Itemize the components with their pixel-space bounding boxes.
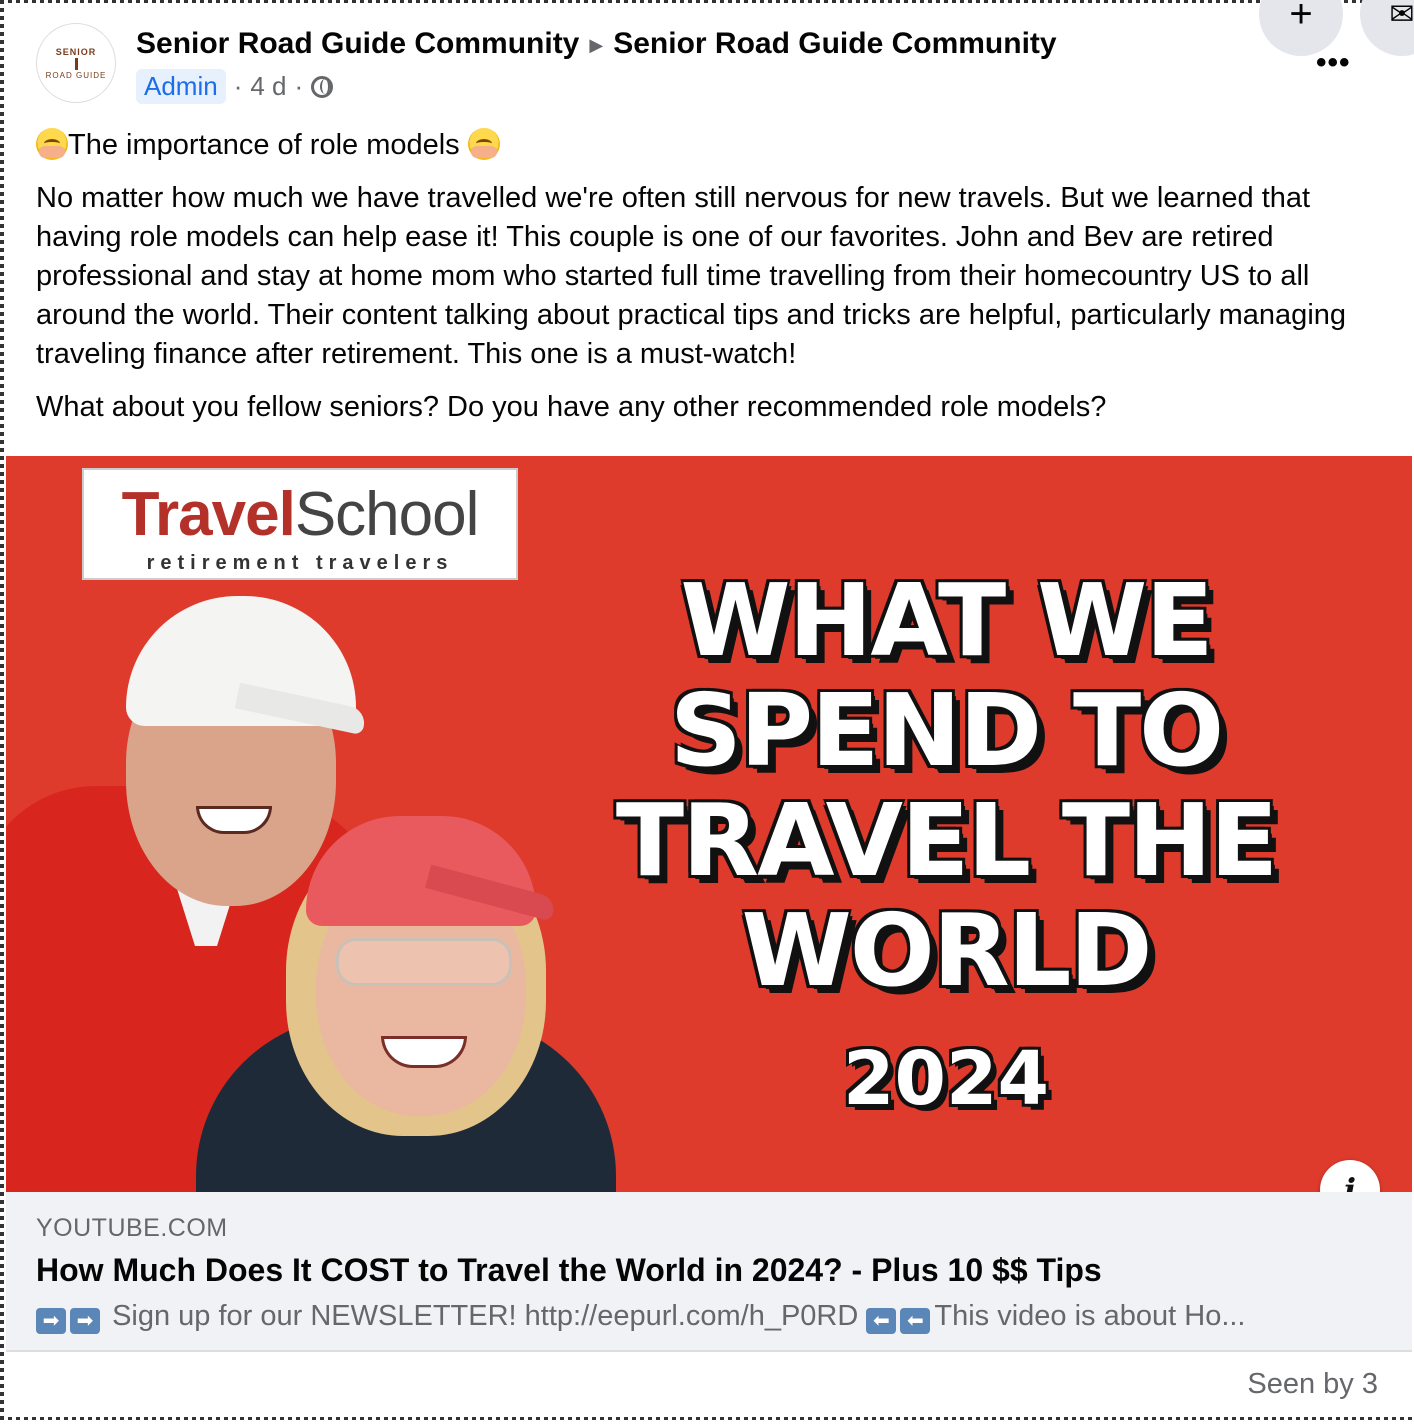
messenger-button[interactable]: ✉ <box>1360 0 1414 56</box>
link-title[interactable]: How Much Does It COST to Travel the Worl… <box>36 1252 1102 1289</box>
post-question: What about you fellow seniors? Do you ha… <box>36 391 1107 423</box>
seen-by-count[interactable]: Seen by 3 <box>1247 1368 1378 1401</box>
thumbnail-year: 2024 <box>843 1036 1049 1122</box>
group-name-link[interactable]: Senior Road Guide Community <box>136 27 579 60</box>
hugging-face-emoji-icon <box>467 128 500 160</box>
page-border-top <box>0 0 1414 3</box>
logo-subtitle: retirement travelers <box>146 552 454 574</box>
post-meta: Admin · 4 d · <box>136 69 1057 105</box>
avatar-text-bottom: ROAD GUIDE <box>45 70 107 80</box>
post-timestamp[interactable]: 4 d <box>250 71 286 102</box>
logo-word-travel: Travel <box>121 480 296 549</box>
link-preview[interactable]: YOUTUBE.COM How Much Does It COST to Tra… <box>6 1192 1412 1352</box>
travelschool-logo: TravelSchool retirement travelers <box>82 468 518 580</box>
video-thumbnail[interactable]: TravelSchool retirement travelers WHAT W… <box>6 456 1412 1192</box>
group-avatar[interactable]: SENIOR ROAD GUIDE <box>36 23 116 103</box>
post-title: The importance of role models <box>68 129 460 161</box>
post-header: Senior Road Guide Community ▶ Senior Road … <box>136 24 1057 105</box>
messenger-icon: ✉ <box>1389 0 1414 31</box>
right-arrow-icon: ➡ <box>36 1308 66 1334</box>
logo-word-school: School <box>294 480 480 549</box>
post-card: SENIOR ROAD GUIDE Senior Road Guide Comm… <box>6 0 1414 1416</box>
link-description: ➡ ➡ Sign up for our NEWSLETTER! http://ee… <box>36 1300 1376 1334</box>
link-description-part1: Sign up for our NEWSLETTER! http://eepur… <box>112 1300 859 1332</box>
left-arrow-icon: ⬅ <box>866 1308 897 1334</box>
link-description-part2: This video is about Ho... <box>934 1300 1246 1332</box>
page-border-bottom <box>0 1417 1414 1420</box>
right-arrow-icon: ➡ <box>70 1308 100 1334</box>
page-border-left <box>0 0 4 1424</box>
post-paragraph: No matter how much we have travelled we'… <box>36 182 1347 370</box>
caret-right-icon: ▶ <box>589 35 604 56</box>
woman-glasses <box>336 938 512 986</box>
globe-icon <box>311 75 334 98</box>
page-name-link[interactable]: Senior Road Guide Community <box>613 27 1056 60</box>
meta-separator: · <box>233 71 243 102</box>
avatar-text-top: SENIOR <box>55 46 97 57</box>
author-row: Senior Road Guide Community ▶ Senior Road … <box>136 24 1057 65</box>
thumbnail-headline: WHAT WE SPEND TO TRAVEL THE WORLD <box>615 562 1278 1009</box>
left-arrow-icon: ⬅ <box>900 1308 931 1334</box>
link-domain: YOUTUBE.COM <box>36 1214 228 1242</box>
signpost-icon <box>74 57 78 70</box>
post-title-line: The importance of role models <box>36 126 1396 165</box>
post-body: The importance of role models No matter … <box>36 126 1396 441</box>
more-options-button[interactable]: ••• <box>1316 46 1351 80</box>
hugging-face-emoji-icon <box>36 128 68 160</box>
plus-icon: + <box>1289 0 1313 36</box>
meta-separator: · <box>294 71 304 102</box>
admin-badge: Admin <box>136 69 226 105</box>
